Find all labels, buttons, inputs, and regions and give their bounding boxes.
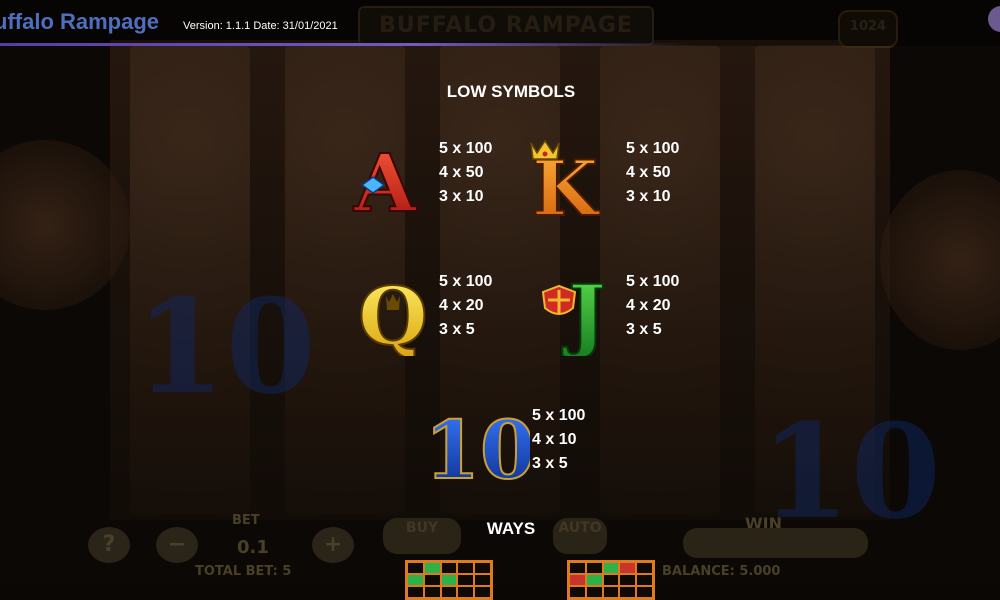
- version-text: Version: 1.1.1 Date: 31/01/2021: [183, 20, 338, 32]
- bet-minus-button[interactable]: −: [156, 527, 198, 563]
- payout-4: 4 x 50: [626, 164, 671, 181]
- paytable-header: uffalo Rampage Version: 1.1.1 Date: 31/0…: [0, 0, 1000, 46]
- background-ten-symbol: 10: [760, 395, 941, 548]
- payout-5: 5 x 100: [626, 140, 680, 157]
- jack-payouts: 5 x 100 4 x 20 3 x 5: [626, 270, 679, 342]
- low-symbols-title: LOW SYMBOLS: [446, 82, 576, 101]
- ace-symbol-icon: A: [340, 135, 430, 231]
- ways-example-grid: [567, 560, 655, 600]
- payout-3: 3 x 5: [532, 455, 568, 472]
- win-display: [683, 528, 868, 558]
- payout-4: 4 x 20: [626, 297, 671, 314]
- payout-3: 3 x 5: [626, 321, 662, 338]
- ace-payouts: 5 x 100 4 x 50 3 x 10: [439, 137, 492, 209]
- payout-3: 3 x 10: [439, 188, 484, 205]
- payout-3: 3 x 10: [626, 188, 671, 205]
- background-ten-symbol: 10: [135, 270, 316, 423]
- queen-symbol-icon: Q: [348, 266, 438, 364]
- bet-label: BET: [232, 513, 260, 528]
- game-screen: 10 10 BUFFALO RAMPAGE 1024 ? − + BET 0.1…: [0, 0, 1000, 600]
- header-divider: [0, 43, 690, 46]
- king-symbol-icon: K: [525, 135, 615, 234]
- help-button[interactable]: ?: [88, 527, 130, 563]
- svg-text:Q: Q: [358, 269, 428, 356]
- payout-5: 5 x 100: [532, 407, 586, 424]
- bet-value: 0.1: [237, 537, 269, 558]
- eagle-wing-decoration: [880, 170, 1000, 350]
- app-title: uffalo Rampage: [0, 9, 160, 34]
- payout-5: 5 x 100: [626, 273, 680, 290]
- jack-symbol-icon: J: [535, 266, 625, 362]
- payout-4: 4 x 50: [439, 164, 484, 181]
- payout-4: 4 x 10: [532, 431, 577, 448]
- payout-3: 3 x 5: [439, 321, 475, 338]
- close-icon[interactable]: [988, 6, 1000, 32]
- bet-plus-button[interactable]: +: [312, 527, 354, 563]
- svg-text:10: 10: [430, 403, 530, 490]
- payout-5: 5 x 100: [439, 273, 493, 290]
- queen-payouts: 5 x 100 4 x 20 3 x 5: [439, 270, 492, 342]
- svg-text:A: A: [353, 136, 417, 225]
- king-payouts: 5 x 100 4 x 50 3 x 10: [626, 137, 679, 209]
- payout-4: 4 x 20: [439, 297, 484, 314]
- ways-title: WAYS: [486, 519, 536, 538]
- total-bet-text: TOTAL BET: 5: [195, 564, 292, 579]
- ten-payouts: 5 x 100 4 x 10 3 x 5: [532, 404, 585, 476]
- ten-symbol-icon: 10: [423, 400, 536, 498]
- ways-example-grid: [405, 560, 493, 600]
- bottom-bar: [0, 582, 1000, 600]
- payout-5: 5 x 100: [439, 140, 493, 157]
- balance-text: BALANCE: 5.000: [662, 564, 781, 579]
